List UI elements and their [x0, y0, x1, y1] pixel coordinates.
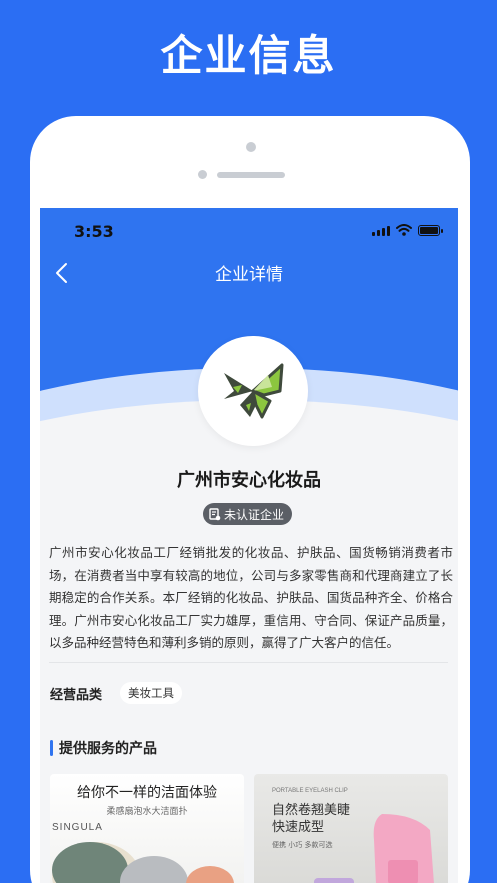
wifi-icon: [396, 224, 412, 236]
product-card[interactable]: 给你不一样的洁面体验 柔感扇泡水大洁面扑 SINGULA: [50, 774, 244, 883]
product-image: [314, 814, 434, 883]
phone-sensor: [198, 170, 207, 179]
section-title: 提供服务的产品: [59, 741, 157, 757]
status-icons: [372, 224, 443, 236]
battery-icon: [418, 225, 443, 236]
butterfly-logo-icon: [224, 363, 284, 419]
phone-speaker: [217, 172, 285, 178]
verification-badge: 未认证企业: [203, 503, 293, 525]
business-category: 经营品类 美妆工具: [50, 682, 183, 704]
phone-camera: [246, 142, 256, 152]
page-title: 企业详情: [215, 265, 283, 285]
category-label: 经营品类: [50, 687, 103, 703]
company-description: 广州市安心化妆品工厂经销批发的化妆品、护肤品、国货畅销消费者市场，在消费者当中享…: [49, 545, 453, 650]
products-section-header: 提供服务的产品: [50, 738, 157, 758]
badge-label: 未认证企业: [224, 507, 285, 522]
section-accent-bar: [50, 740, 53, 756]
category-tag: 美妆工具: [120, 682, 183, 704]
promo-title: 企业信息: [160, 31, 337, 80]
certificate-icon: [209, 507, 221, 520]
cellular-signal-icon: [372, 226, 390, 236]
app-screen: 3:53 企业详情 广州市安心化妆品 未认证企业 广州市安心化妆品工厂经销批发的…: [40, 208, 458, 883]
product-image: [52, 842, 234, 883]
company-logo: [198, 336, 308, 446]
product-card[interactable]: PORTABLE EYELASH CLIP 自然卷翘美睫快速成型 便携 小巧 多…: [254, 774, 448, 883]
status-time: 3:53: [74, 222, 114, 241]
company-name: 广州市安心化妆品: [177, 470, 321, 491]
divider: [49, 662, 448, 663]
